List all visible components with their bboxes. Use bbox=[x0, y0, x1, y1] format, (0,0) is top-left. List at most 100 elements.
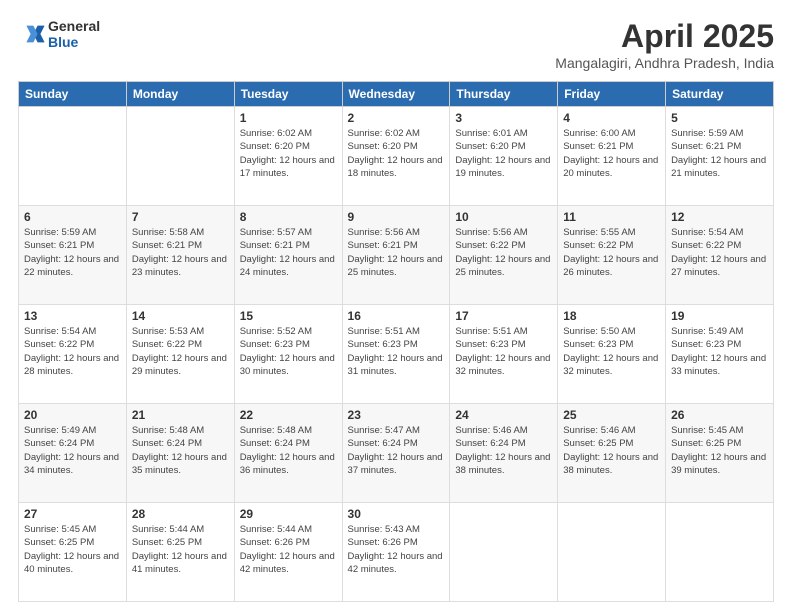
day-header-monday: Monday bbox=[126, 82, 234, 107]
calendar-cell: 2 Sunrise: 6:02 AM Sunset: 6:20 PM Daylig… bbox=[342, 107, 450, 206]
day-number: 4 bbox=[563, 111, 660, 125]
week-row-2: 6Sunrise: 5:59 AM Sunset: 6:21 PM Daylig… bbox=[19, 206, 774, 305]
day-info: Sunrise: 6:00 AM Sunset: 6:21 PM Dayligh… bbox=[563, 127, 660, 180]
day-number: 27 bbox=[24, 507, 121, 521]
day-info: Sunrise: 6:02 AM Sunset: 6:20 PM Dayligh… bbox=[348, 127, 445, 180]
day-header-tuesday: Tuesday bbox=[234, 82, 342, 107]
calendar-cell: 7 Sunrise: 5:58 AM Sunset: 6:21 PM Daylig… bbox=[126, 206, 234, 305]
day-info: Sunrise: 5:59 AM Sunset: 6:21 PM Dayligh… bbox=[671, 127, 768, 180]
day-header-thursday: Thursday bbox=[450, 82, 558, 107]
calendar-cell: 10Sunrise: 5:56 AM Sunset: 6:22 PM Dayli… bbox=[450, 206, 558, 305]
day-info: Sunrise: 5:49 AM Sunset: 6:23 PM Dayligh… bbox=[671, 325, 768, 378]
calendar-cell: 1 Sunrise: 6:02 AM Sunset: 6:20 PM Daylig… bbox=[234, 107, 342, 206]
day-number: 25 bbox=[563, 408, 660, 422]
subtitle: Mangalagiri, Andhra Pradesh, India bbox=[555, 55, 774, 71]
calendar-cell: 12Sunrise: 5:54 AM Sunset: 6:22 PM Dayli… bbox=[666, 206, 774, 305]
calendar-cell: 30 Sunrise: 5:43 AM Sunset: 6:26 PM Dayli… bbox=[342, 503, 450, 602]
calendar-cell: 28Sunrise: 5:44 AM Sunset: 6:25 PM Dayli… bbox=[126, 503, 234, 602]
day-number: 2 bbox=[348, 111, 445, 125]
calendar-cell: 14 Sunrise: 5:53 AM Sunset: 6:22 PM Dayli… bbox=[126, 305, 234, 404]
day-info: Sunrise: 5:54 AM Sunset: 6:22 PM Dayligh… bbox=[671, 226, 768, 279]
day-info: Sunrise: 5:57 AM Sunset: 6:21 PM Dayligh… bbox=[240, 226, 337, 279]
day-number: 5 bbox=[671, 111, 768, 125]
day-info: Sunrise: 5:51 AM Sunset: 6:23 PM Dayligh… bbox=[455, 325, 552, 378]
day-info: Sunrise: 5:46 AM Sunset: 6:25 PM Dayligh… bbox=[563, 424, 660, 477]
calendar-cell: 15 Sunrise: 5:52 AM Sunset: 6:23 PM Dayli… bbox=[234, 305, 342, 404]
day-header-friday: Friday bbox=[558, 82, 666, 107]
day-number: 23 bbox=[348, 408, 445, 422]
calendar-cell: 9 Sunrise: 5:56 AM Sunset: 6:21 PM Daylig… bbox=[342, 206, 450, 305]
calendar-cell: 19 Sunrise: 5:49 AM Sunset: 6:23 PM Dayli… bbox=[666, 305, 774, 404]
day-number: 3 bbox=[455, 111, 552, 125]
title-block: April 2025 Mangalagiri, Andhra Pradesh, … bbox=[555, 18, 774, 71]
day-info: Sunrise: 5:49 AM Sunset: 6:24 PM Dayligh… bbox=[24, 424, 121, 477]
day-info: Sunrise: 5:47 AM Sunset: 6:24 PM Dayligh… bbox=[348, 424, 445, 477]
day-number: 19 bbox=[671, 309, 768, 323]
calendar-header-row: SundayMondayTuesdayWednesdayThursdayFrid… bbox=[19, 82, 774, 107]
calendar-cell: 8 Sunrise: 5:57 AM Sunset: 6:21 PM Daylig… bbox=[234, 206, 342, 305]
day-number: 7 bbox=[132, 210, 229, 224]
day-info: Sunrise: 5:56 AM Sunset: 6:22 PM Dayligh… bbox=[455, 226, 552, 279]
day-number: 21 bbox=[132, 408, 229, 422]
day-info: Sunrise: 5:59 AM Sunset: 6:21 PM Dayligh… bbox=[24, 226, 121, 279]
day-info: Sunrise: 5:56 AM Sunset: 6:21 PM Dayligh… bbox=[348, 226, 445, 279]
calendar-cell: 13Sunrise: 5:54 AM Sunset: 6:22 PM Dayli… bbox=[19, 305, 127, 404]
day-info: Sunrise: 5:54 AM Sunset: 6:22 PM Dayligh… bbox=[24, 325, 121, 378]
calendar-cell bbox=[126, 107, 234, 206]
day-number: 9 bbox=[348, 210, 445, 224]
calendar-cell bbox=[558, 503, 666, 602]
day-header-wednesday: Wednesday bbox=[342, 82, 450, 107]
day-info: Sunrise: 5:46 AM Sunset: 6:24 PM Dayligh… bbox=[455, 424, 552, 477]
calendar-cell: 26Sunrise: 5:45 AM Sunset: 6:25 PM Dayli… bbox=[666, 404, 774, 503]
calendar-cell: 27 Sunrise: 5:45 AM Sunset: 6:25 PM Dayli… bbox=[19, 503, 127, 602]
calendar-cell: 17 Sunrise: 5:51 AM Sunset: 6:23 PM Dayli… bbox=[450, 305, 558, 404]
day-info: Sunrise: 5:50 AM Sunset: 6:23 PM Dayligh… bbox=[563, 325, 660, 378]
calendar-cell bbox=[450, 503, 558, 602]
calendar-cell: 11 Sunrise: 5:55 AM Sunset: 6:22 PM Dayli… bbox=[558, 206, 666, 305]
day-number: 22 bbox=[240, 408, 337, 422]
page: General Blue April 2025 Mangalagiri, And… bbox=[0, 0, 792, 612]
calendar-cell bbox=[666, 503, 774, 602]
day-info: Sunrise: 5:44 AM Sunset: 6:25 PM Dayligh… bbox=[132, 523, 229, 576]
logo: General Blue bbox=[18, 18, 100, 50]
week-row-4: 20 Sunrise: 5:49 AM Sunset: 6:24 PM Dayli… bbox=[19, 404, 774, 503]
day-info: Sunrise: 5:58 AM Sunset: 6:21 PM Dayligh… bbox=[132, 226, 229, 279]
calendar-cell: 23 Sunrise: 5:47 AM Sunset: 6:24 PM Dayli… bbox=[342, 404, 450, 503]
calendar-cell: 16Sunrise: 5:51 AM Sunset: 6:23 PM Dayli… bbox=[342, 305, 450, 404]
day-info: Sunrise: 5:53 AM Sunset: 6:22 PM Dayligh… bbox=[132, 325, 229, 378]
calendar-cell: 25 Sunrise: 5:46 AM Sunset: 6:25 PM Dayli… bbox=[558, 404, 666, 503]
day-info: Sunrise: 5:52 AM Sunset: 6:23 PM Dayligh… bbox=[240, 325, 337, 378]
calendar-cell bbox=[19, 107, 127, 206]
day-number: 26 bbox=[671, 408, 768, 422]
day-info: Sunrise: 6:02 AM Sunset: 6:20 PM Dayligh… bbox=[240, 127, 337, 180]
day-number: 20 bbox=[24, 408, 121, 422]
day-number: 30 bbox=[348, 507, 445, 521]
calendar-table: SundayMondayTuesdayWednesdayThursdayFrid… bbox=[18, 81, 774, 602]
main-title: April 2025 bbox=[555, 18, 774, 55]
calendar-cell: 4 Sunrise: 6:00 AM Sunset: 6:21 PM Daylig… bbox=[558, 107, 666, 206]
day-number: 14 bbox=[132, 309, 229, 323]
day-number: 16 bbox=[348, 309, 445, 323]
day-info: Sunrise: 5:45 AM Sunset: 6:25 PM Dayligh… bbox=[24, 523, 121, 576]
day-number: 15 bbox=[240, 309, 337, 323]
day-number: 18 bbox=[563, 309, 660, 323]
logo-icon bbox=[18, 20, 46, 48]
day-number: 24 bbox=[455, 408, 552, 422]
day-info: Sunrise: 5:48 AM Sunset: 6:24 PM Dayligh… bbox=[132, 424, 229, 477]
calendar-cell: 3Sunrise: 6:01 AM Sunset: 6:20 PM Daylig… bbox=[450, 107, 558, 206]
logo-text: General Blue bbox=[48, 18, 100, 50]
calendar-cell: 29Sunrise: 5:44 AM Sunset: 6:26 PM Dayli… bbox=[234, 503, 342, 602]
day-header-saturday: Saturday bbox=[666, 82, 774, 107]
day-number: 17 bbox=[455, 309, 552, 323]
week-row-3: 13Sunrise: 5:54 AM Sunset: 6:22 PM Dayli… bbox=[19, 305, 774, 404]
day-info: Sunrise: 5:43 AM Sunset: 6:26 PM Dayligh… bbox=[348, 523, 445, 576]
day-info: Sunrise: 5:55 AM Sunset: 6:22 PM Dayligh… bbox=[563, 226, 660, 279]
day-number: 8 bbox=[240, 210, 337, 224]
calendar-cell: 22Sunrise: 5:48 AM Sunset: 6:24 PM Dayli… bbox=[234, 404, 342, 503]
calendar-cell: 6Sunrise: 5:59 AM Sunset: 6:21 PM Daylig… bbox=[19, 206, 127, 305]
week-row-5: 27 Sunrise: 5:45 AM Sunset: 6:25 PM Dayli… bbox=[19, 503, 774, 602]
calendar-cell: 24 Sunrise: 5:46 AM Sunset: 6:24 PM Dayli… bbox=[450, 404, 558, 503]
day-number: 11 bbox=[563, 210, 660, 224]
calendar-cell: 21 Sunrise: 5:48 AM Sunset: 6:24 PM Dayli… bbox=[126, 404, 234, 503]
day-number: 1 bbox=[240, 111, 337, 125]
